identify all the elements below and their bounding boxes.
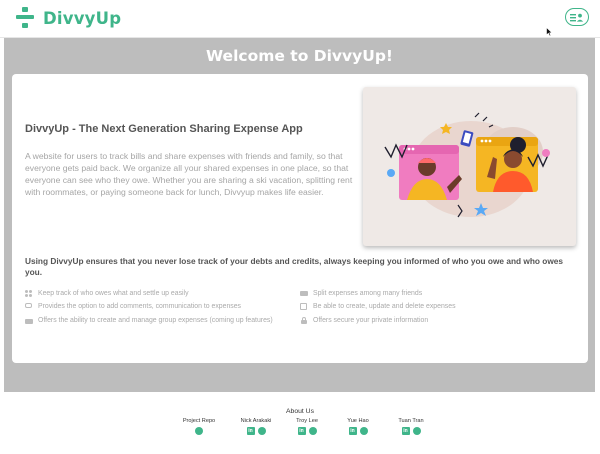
member-name: Troy Lee	[296, 418, 318, 424]
footer-member-yue-hao: Yue Hao in	[342, 418, 374, 435]
users-icon	[25, 290, 33, 297]
member-name: Project Repo	[182, 418, 216, 424]
app-title: DivvyUp - The Next Generation Sharing Ex…	[25, 123, 303, 135]
feature-label: Offers secure your private information	[313, 317, 429, 324]
app-description: A website for users to track bills and s…	[25, 151, 353, 197]
tagline: Using DivvyUp ensures that you never los…	[25, 256, 564, 277]
feature-item: Keep track of who owes what and settle u…	[25, 290, 189, 297]
video-chat-illustration	[363, 87, 576, 246]
feature-item: Split expenses among many friends	[300, 290, 422, 297]
linkedin-icon[interactable]: in	[401, 427, 410, 435]
money-icon	[300, 290, 308, 297]
brand-logo-link[interactable]: DivvyUp	[16, 7, 121, 29]
feature-label: Offers the ability to create and manage …	[38, 317, 273, 324]
github-icon[interactable]	[195, 427, 203, 435]
lock-icon	[300, 317, 308, 324]
feature-label: Be able to create, update and delete exp…	[313, 303, 456, 310]
feature-item: Be able to create, update and delete exp…	[300, 303, 456, 310]
group-icon	[25, 317, 33, 324]
welcome-heading: Welcome to DivvyUp!	[206, 47, 393, 65]
about-us-heading: About Us	[286, 408, 314, 415]
github-icon[interactable]	[412, 427, 421, 435]
user-menu-icon	[570, 13, 584, 22]
edit-icon	[300, 303, 308, 310]
comments-icon	[25, 303, 33, 310]
linkedin-icon[interactable]: in	[246, 427, 255, 435]
github-icon[interactable]	[359, 427, 368, 435]
user-menu-button[interactable]	[565, 8, 589, 26]
feature-item: Offers secure your private information	[300, 317, 428, 324]
feature-item: Provides the option to add comments, com…	[25, 303, 241, 310]
footer-member-tuan-tran: Tuan Tran in	[394, 418, 428, 435]
top-navbar: DivvyUp	[0, 0, 600, 38]
github-icon[interactable]	[257, 427, 266, 435]
mouse-cursor-icon	[546, 27, 553, 37]
feature-item: Offers the ability to create and manage …	[25, 317, 273, 324]
footer-member-project-repo: Project Repo	[178, 418, 220, 435]
feature-label: Split expenses among many friends	[313, 290, 423, 297]
member-name: Nick Arakaki	[240, 418, 272, 424]
brand-name: DivvyUp	[43, 8, 122, 28]
footer-member-nick-arakaki: Nick Arakaki in	[236, 418, 276, 435]
github-icon[interactable]	[308, 427, 317, 435]
linkedin-icon[interactable]: in	[348, 427, 357, 435]
member-name: Yue Hao	[347, 418, 369, 424]
footer-member-troy-lee: Troy Lee in	[290, 418, 324, 435]
feature-label: Keep track of who owes what and settle u…	[38, 290, 189, 297]
member-name: Tuan Tran	[398, 418, 424, 424]
divide-icon	[16, 7, 34, 29]
linkedin-icon[interactable]: in	[297, 427, 306, 435]
feature-label: Provides the option to add comments, com…	[38, 303, 242, 310]
